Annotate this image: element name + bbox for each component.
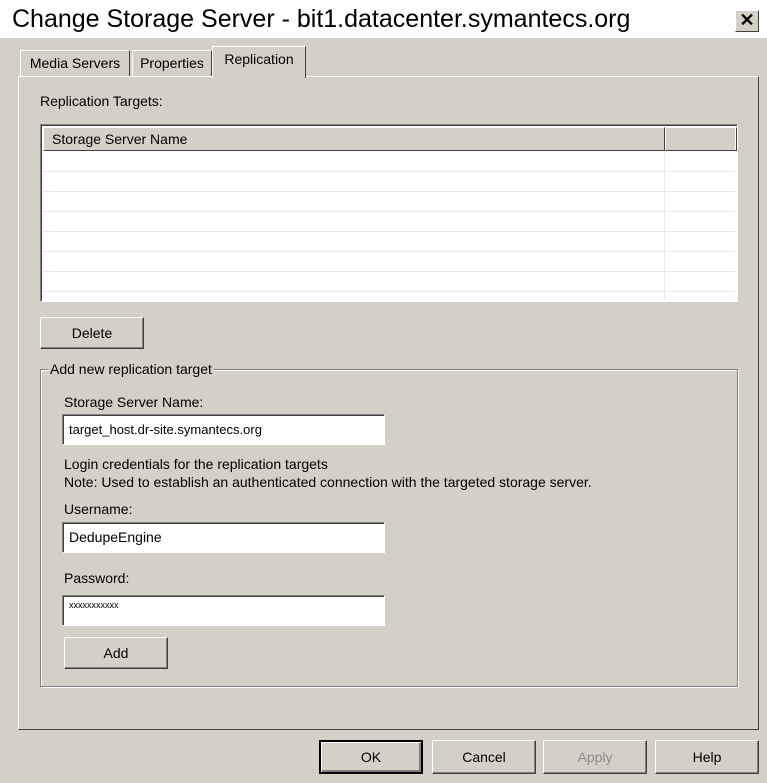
column-header-storage-server-name[interactable]: Storage Server Name [43,127,665,151]
password-input[interactable]: xxxxxxxxxxx [62,595,385,626]
close-icon: ✕ [739,10,755,30]
table-row[interactable] [43,292,735,301]
list-header: Storage Server Name [43,127,737,151]
dialog-window: Change Storage Server - bit1.datacenter.… [0,0,767,783]
close-button[interactable]: ✕ [735,10,759,32]
username-input[interactable]: DedupeEngine [62,522,385,553]
credentials-note: Note: Used to establish an authenticated… [64,474,592,490]
column-header-extra[interactable] [665,127,737,151]
table-row[interactable] [43,252,735,272]
table-row[interactable] [43,152,735,172]
replication-targets-label: Replication Targets: [40,93,163,109]
table-row[interactable] [43,172,735,192]
cancel-button[interactable]: Cancel [432,740,536,774]
title-bar: Change Storage Server - bit1.datacenter.… [0,0,767,38]
add-button[interactable]: Add [64,637,168,669]
ok-button[interactable]: OK [319,740,423,774]
server-name-label: Storage Server Name: [64,394,204,410]
apply-button[interactable]: Apply [543,740,647,774]
table-row[interactable] [43,232,735,252]
username-label: Username: [64,501,133,517]
tab-properties[interactable]: Properties [132,50,212,77]
tab-replication[interactable]: Replication [212,46,306,78]
window-title: Change Storage Server - bit1.datacenter.… [12,5,631,33]
help-button[interactable]: Help [655,740,759,774]
add-target-group-title: Add new replication target [48,361,214,377]
tab-media-servers[interactable]: Media Servers [20,50,130,77]
table-row[interactable] [43,212,735,232]
password-label: Password: [64,570,130,586]
table-row[interactable] [43,272,735,292]
table-row[interactable] [43,192,735,212]
server-name-input[interactable]: target_host.dr-site.symantecs.org [62,414,385,445]
credentials-text: Login credentials for the replication ta… [64,456,328,472]
delete-button[interactable]: Delete [40,317,144,349]
replication-targets-list[interactable]: Storage Server Name [40,124,738,302]
